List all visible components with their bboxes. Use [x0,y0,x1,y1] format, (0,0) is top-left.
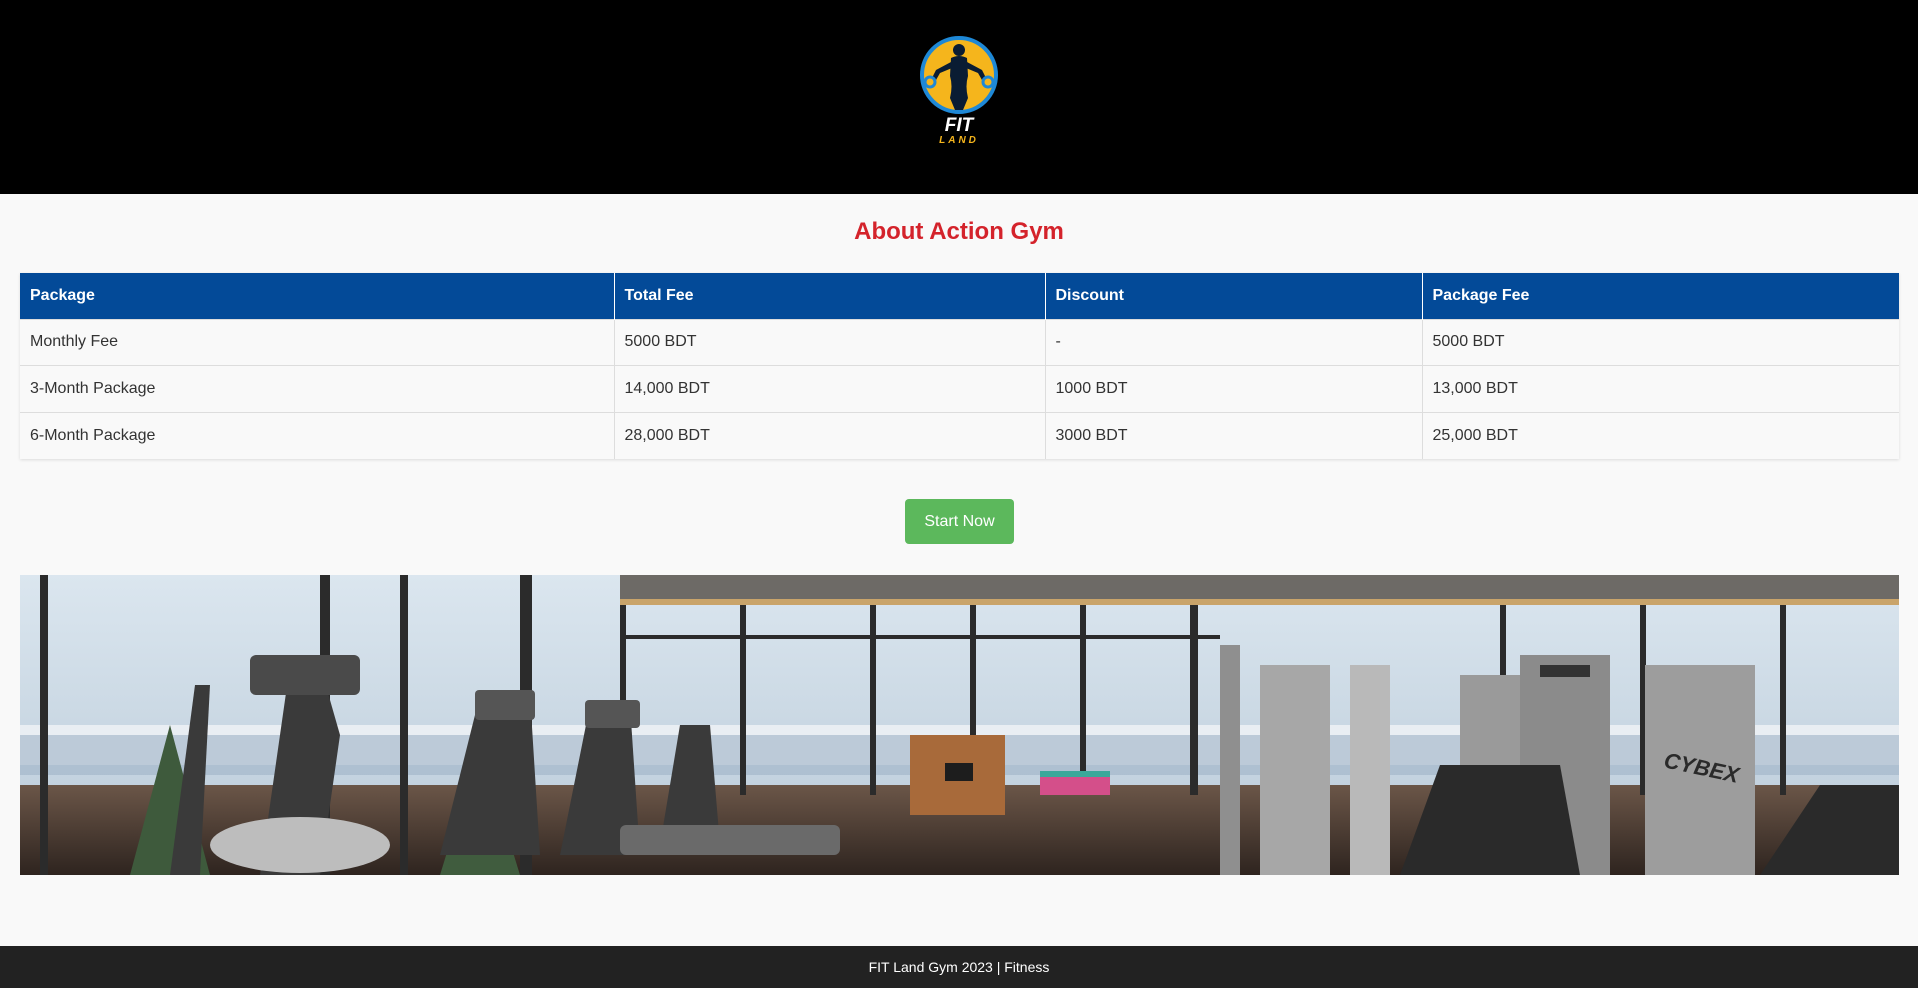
cell-discount: 1000 BDT [1045,365,1423,412]
footer-text: FIT Land Gym 2023 | Fitness [868,959,1050,975]
header-total-fee: Total Fee [614,273,1046,319]
cell-total-fee: 5000 BDT [614,318,1046,366]
fit-land-logo[interactable]: FIT LAND [918,36,1000,146]
cell-total-fee: 14,000 BDT [614,365,1046,412]
table-row: 3-Month Package 14,000 BDT 1000 BDT 13,0… [20,365,1899,412]
header-package-fee: Package Fee [1422,273,1899,319]
table-row: Monthly Fee 5000 BDT - 5000 BDT [20,318,1899,366]
site-footer: FIT Land Gym 2023 | Fitness [0,946,1918,988]
cell-package-fee: 5000 BDT [1422,318,1899,366]
table-header-row: Package Total Fee Discount Package Fee [20,273,1899,319]
svg-text:LAND: LAND [939,135,979,146]
pricing-table: Package Total Fee Discount Package Fee M… [20,273,1899,459]
gym-banner-image: CYBEX [20,575,1899,875]
cell-package-fee: 13,000 BDT [1422,365,1899,412]
cell-package: 3-Month Package [20,365,615,412]
table-row: 6-Month Package 28,000 BDT 3000 BDT 25,0… [20,411,1899,459]
start-now-button[interactable]: Start Now [905,499,1014,544]
site-header: FIT LAND [0,0,1918,194]
page-title: About Action Gym [854,218,1064,245]
cell-total-fee: 28,000 BDT [614,411,1046,459]
header-discount: Discount [1045,273,1423,319]
cell-discount: - [1045,318,1423,366]
cell-package: Monthly Fee [20,318,615,366]
header-package: Package [20,273,615,319]
cell-discount: 3000 BDT [1045,411,1423,459]
cell-package: 6-Month Package [20,411,615,459]
cell-package-fee: 25,000 BDT [1422,411,1899,459]
svg-text:FIT: FIT [945,115,975,136]
